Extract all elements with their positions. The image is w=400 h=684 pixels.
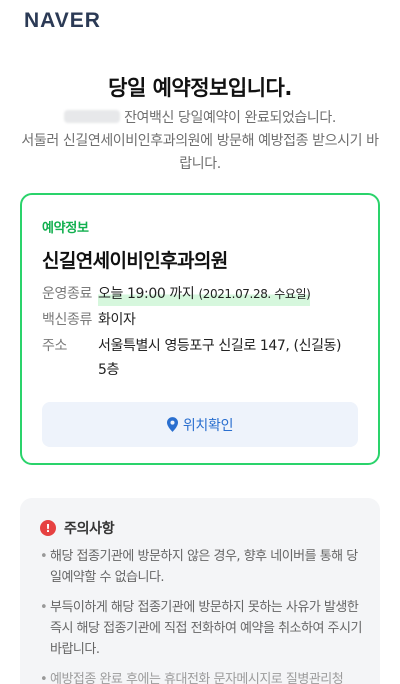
alert-icon: ! [40, 520, 56, 536]
location-button-label: 위치확인 [182, 417, 234, 434]
address-value: 서울특별시 영등포구 신길로 147, (신길동) 5층 [98, 338, 342, 378]
notice-list: 해당 접종기관에 방문하지 않은 경우, 향후 네이버를 통해 당일예약할 수 … [40, 546, 362, 684]
masked-user-name [64, 110, 121, 123]
vaccine-label: 백신종류 [42, 312, 92, 328]
intro-line-2: 서둘러 신길연세이비인후과의원에 방문해 예방접종 받으시기 바랍니다. [21, 133, 379, 172]
vaccine-row: 백신종류 화이자 [42, 308, 136, 332]
notice-header: ! 주의사항 [40, 518, 115, 538]
address-row: 주소 서울특별시 영등포구 신길로 147, (신길동) 5층 [42, 334, 358, 382]
notice-item: 예방접종 완료 후에는 휴대전화 문자메시지로 질병관리청 [40, 669, 362, 684]
notice-item: 해당 접종기관에 방문하지 않은 경우, 향후 네이버를 통해 당일예약할 수 … [40, 546, 362, 588]
hours-label: 운영종료 [42, 286, 92, 302]
hours-date: (2021.07.28. 수요일) [198, 287, 311, 301]
notice-item: 부득이하게 해당 접종기관에 방문하지 못하는 사유가 발생한 즉시 해당 접종… [40, 597, 362, 660]
notice-title: 주의사항 [64, 521, 115, 537]
hours-time: 오늘 19:00 까지 [98, 286, 195, 302]
vaccine-value: 화이자 [98, 312, 136, 328]
notice-box: ! 주의사항 해당 접종기관에 방문하지 않은 경우, 향후 네이버를 통해 당… [20, 498, 380, 684]
location-pin-icon [166, 417, 178, 432]
header: NAVER [0, 0, 400, 44]
page-title: 당일 예약정보입니다. [108, 76, 292, 100]
intro-text: 잔여백신 당일예약이 완료되었습니다. 서둘러 신길연세이비인후과의원에 방문해… [20, 107, 380, 176]
naver-logo[interactable]: NAVER [24, 9, 101, 33]
hours-row: 운영종료 오늘 19:00 까지 (2021.07.28. 수요일) [42, 282, 311, 306]
clinic-name: 신길연세이비인후과의원 [42, 250, 228, 272]
reservation-card: 예약정보 신길연세이비인후과의원 운영종료 오늘 19:00 까지 (2021.… [20, 193, 380, 465]
intro-line-1: 잔여백신 당일예약이 완료되었습니다. [124, 110, 336, 126]
reservation-tag: 예약정보 [42, 221, 89, 236]
location-button[interactable]: 위치확인 [42, 402, 358, 447]
address-label: 주소 [42, 338, 67, 354]
hours-value: 오늘 19:00 까지 (2021.07.28. 수요일) [98, 282, 311, 306]
